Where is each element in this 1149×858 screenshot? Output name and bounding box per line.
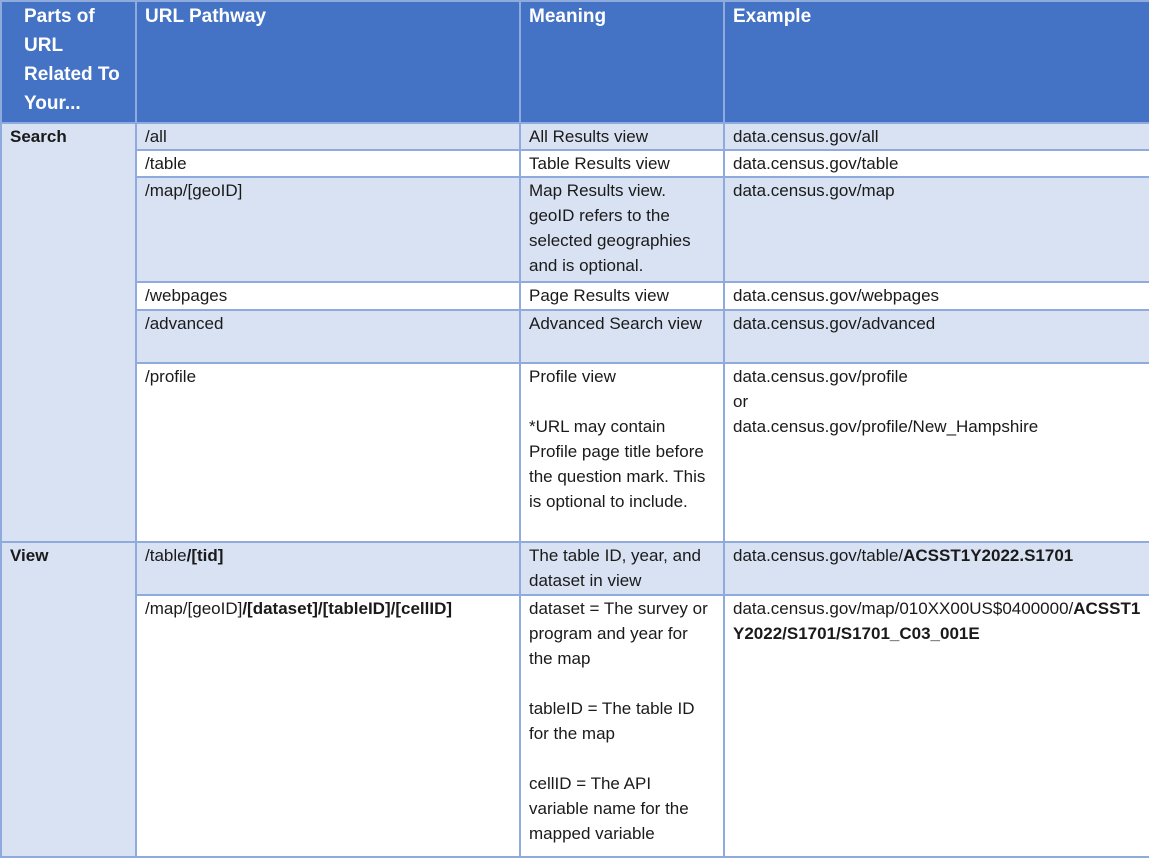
path-cell: /table/[tid] (135, 541, 521, 596)
group-search: Search (0, 122, 137, 543)
meaning-cell: Page Results view (519, 281, 725, 311)
example-cell: data.census.gov/table/ACSST1Y2022.S1701 (723, 541, 1149, 596)
example-cell: data.census.gov/map/010XX00US$0400000/AC… (723, 594, 1149, 858)
example-cell: data.census.gov/map (723, 176, 1149, 283)
meaning-cell: dataset = The survey or program and year… (519, 594, 725, 858)
path-bold: /[dataset]/[tableID]/[cellID] (242, 599, 453, 618)
path-cell: /table (135, 149, 521, 178)
path-plain: /table (145, 546, 187, 565)
table-row: /webpages Page Results view data.census.… (1, 281, 1149, 311)
path-plain: /map/[geoID] (145, 599, 243, 618)
table-row: /advanced Advanced Search view data.cens… (1, 309, 1149, 364)
header-row: Parts of URL Related To Your... URL Path… (0, 0, 1149, 124)
table-row: /profile Profile view *URL may contain P… (1, 362, 1149, 543)
example-cell: data.census.gov/all (723, 122, 1149, 151)
meaning-dataset: dataset = The survey or program and year… (529, 599, 708, 668)
example-or: or (733, 392, 749, 411)
example-text: data.census.gov/profile (733, 367, 908, 386)
group-view: View (0, 541, 137, 858)
table-row: View /table/[tid] The table ID, year, an… (0, 541, 1149, 858)
table-row: /map/[geoID] Map Results view. geoID ref… (1, 176, 1149, 283)
meaning-tableid: tableID = The table ID for the map (529, 699, 695, 743)
path-cell: /webpages (135, 281, 521, 311)
meaning-cellid: cellID = The API variable name for the m… (529, 774, 689, 843)
example-bold: ACSST1Y2022.S1701 (903, 546, 1074, 565)
example-cell: data.census.gov/profile or data.census.g… (723, 362, 1149, 543)
meaning-cell: Map Results view. geoID refers to the se… (519, 176, 725, 283)
header-meaning: Meaning (519, 0, 725, 124)
meaning-cell: Table Results view (519, 149, 725, 178)
example-plain: data.census.gov/map/010XX00US$0400000/ (733, 599, 1074, 618)
path-cell: /map/[geoID]/[dataset]/[tableID]/[cellID… (135, 594, 521, 858)
example-cell: data.census.gov/webpages (723, 281, 1149, 311)
header-parts: Parts of URL Related To Your... (0, 0, 137, 124)
path-cell: /all (135, 122, 521, 151)
path-cell: /advanced (135, 309, 521, 364)
example-cell: data.census.gov/table (723, 149, 1149, 178)
header-example: Example (723, 0, 1149, 124)
meaning-text: Profile view (529, 367, 616, 386)
table-row: /table Table Results view data.census.go… (1, 149, 1149, 178)
example-text: data.census.gov/profile/New_Hampshire (733, 417, 1039, 436)
example-plain: data.census.gov/table/ (733, 546, 904, 565)
meaning-note: *URL may contain Profile page title befo… (529, 417, 706, 511)
path-bold: /[tid] (186, 546, 224, 565)
path-cell: /map/[geoID] (135, 176, 521, 283)
url-pathway-table: Parts of URL Related To Your... URL Path… (0, 0, 1149, 858)
meaning-cell: Advanced Search view (519, 309, 725, 364)
header-pathway: URL Pathway (135, 0, 521, 124)
table-row: /map/[geoID]/[dataset]/[tableID]/[cellID… (1, 594, 1149, 858)
table-row: Search /all All Results view data.census… (0, 122, 1149, 543)
meaning-cell: All Results view (519, 122, 725, 151)
meaning-cell: The table ID, year, and dataset in view (519, 541, 725, 596)
path-cell: /profile (135, 362, 521, 543)
meaning-cell: Profile view *URL may contain Profile pa… (519, 362, 725, 543)
example-cell: data.census.gov/advanced (723, 309, 1149, 364)
